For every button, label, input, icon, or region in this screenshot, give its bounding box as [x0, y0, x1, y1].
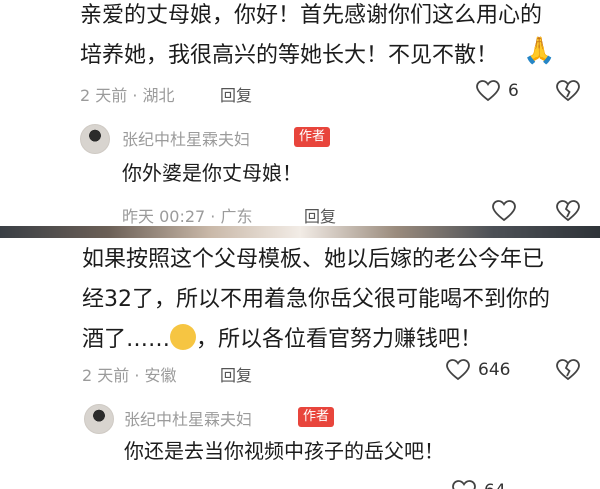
broken-heart-icon — [556, 200, 580, 222]
heart-icon — [452, 480, 476, 489]
heart-icon — [476, 80, 500, 102]
like-count: 64 — [484, 481, 506, 489]
comment-text-fragment: 酒了…… — [82, 327, 171, 352]
comment-text-line: 培养她，我很高兴的等她长大！不见不散！ — [80, 43, 499, 68]
pray-hands-icon: 🙏 — [523, 36, 556, 66]
reply-time-location: 昨天 00:27 · 广东 — [122, 207, 253, 226]
like-button[interactable]: 64 — [452, 480, 506, 489]
comment-panel-bottom: 如果按照这个父母模板、她以后嫁的老公今年已 经32了，所以不用着急你岳父很可能喝… — [0, 238, 600, 489]
like-count: 646 — [478, 360, 511, 380]
dislike-button[interactable] — [556, 359, 580, 381]
comment-text-line: 经32了，所以不用着急你岳父很可能喝不到你的 — [82, 287, 550, 312]
author-badge: 作者 — [298, 407, 335, 427]
reply-button[interactable]: 回复 — [220, 362, 252, 386]
reply-button[interactable]: 回复 — [304, 203, 336, 226]
comment-time-location: 2 天前 · 湖北 — [80, 86, 175, 105]
comment-panel-top: 亲爱的丈母娘，你好！首先感谢你们这么用心的 培养她，我很高兴的等她长大！不见不散… — [0, 0, 600, 226]
screenshot-seam — [0, 226, 600, 238]
reply-text: 你外婆是你丈母娘！ — [122, 161, 302, 185]
author-badge: 作者 — [294, 127, 331, 147]
comment-text-line: 酒了…… ，所以各位看官努力赚钱吧！ — [82, 320, 482, 360]
heart-icon — [446, 359, 470, 381]
broken-heart-icon — [556, 80, 580, 102]
anxious-face-icon — [170, 324, 197, 350]
dislike-button[interactable] — [556, 80, 580, 102]
reply-author[interactable]: 张纪中杜星霖夫妇 — [124, 406, 252, 430]
heart-icon — [492, 200, 516, 222]
reply-author[interactable]: 张纪中杜星霖夫妇 — [122, 126, 250, 150]
avatar[interactable] — [84, 404, 114, 434]
like-button[interactable]: 646 — [446, 359, 510, 381]
broken-heart-icon — [556, 359, 580, 381]
reply-button[interactable]: 回复 — [220, 82, 252, 106]
like-count: 6 — [508, 81, 519, 101]
comment-time-location: 2 天前 · 安徽 — [82, 366, 177, 385]
reply-text: 你还是去当你视频中孩子的岳父吧！ — [124, 439, 444, 463]
like-button[interactable] — [492, 200, 516, 222]
dislike-button[interactable] — [556, 200, 580, 222]
comment-text-fragment: ，所以各位看官努力赚钱吧！ — [196, 327, 483, 352]
comment-text-line: 如果按照这个父母模板、她以后嫁的老公今年已 — [82, 247, 545, 272]
avatar[interactable] — [80, 124, 110, 154]
comment-text-line: 亲爱的丈母娘，你好！首先感谢你们这么用心的 — [80, 3, 543, 28]
like-button[interactable]: 6 — [476, 80, 519, 102]
